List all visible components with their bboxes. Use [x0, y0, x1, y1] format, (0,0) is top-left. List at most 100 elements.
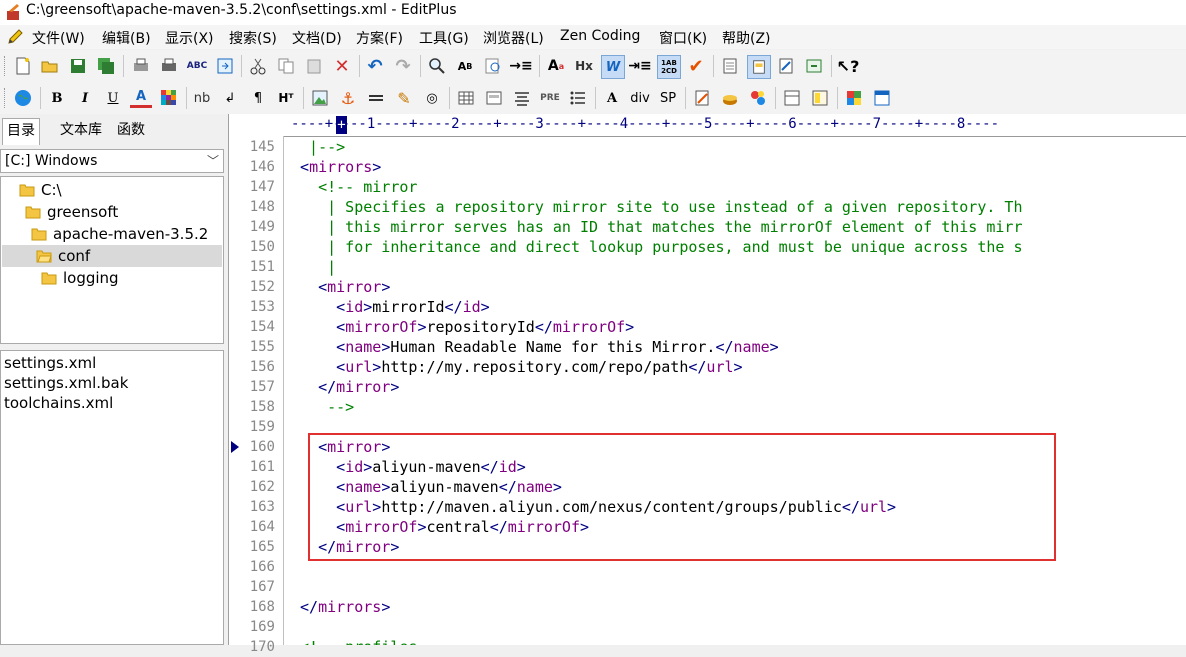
indent-icon[interactable]: ⇥≡ [628, 55, 651, 77]
help-pointer-icon[interactable]: ↖? [837, 55, 860, 77]
tree-item-c-drive[interactable]: C:\ [19, 179, 62, 201]
clipboard-icon[interactable] [775, 55, 797, 77]
replace-icon[interactable]: AB [454, 55, 476, 77]
print-preview-icon[interactable] [130, 55, 152, 77]
script-icon[interactable] [691, 87, 713, 109]
frame-icon[interactable] [781, 87, 803, 109]
line-number-icon[interactable]: 1AB 2CD [657, 55, 681, 79]
open-folder-icon[interactable] [39, 55, 61, 77]
drive-select[interactable]: [C:] Windows ﹀ [0, 149, 224, 173]
paragraph-icon[interactable]: ¶ [247, 87, 269, 109]
directory-tree: C:\ greensoft apache-maven-3.5.2 conf lo… [0, 176, 224, 344]
menu-search[interactable]: 搜索(S) [229, 28, 277, 48]
line-number: 159 [249, 419, 275, 435]
browser-preview-icon[interactable] [214, 55, 236, 77]
window-list-icon[interactable] [803, 55, 825, 77]
bullet-list-icon[interactable] [567, 87, 589, 109]
line-number: 156 [249, 359, 275, 375]
file-item-settings-xml[interactable]: settings.xml [4, 353, 96, 373]
line-number: 152 [249, 279, 275, 295]
file-list: settings.xml settings.xml.bak toolchains… [0, 350, 224, 645]
span-button[interactable]: SP [657, 87, 679, 109]
font-color-button[interactable]: A [130, 87, 152, 108]
chevron-down-icon[interactable]: ﹀ [207, 150, 219, 172]
anchor-icon[interactable]: ⚓ [337, 87, 359, 109]
menu-zen-coding[interactable]: Zen Coding [560, 28, 640, 44]
pre-button[interactable]: PRE [539, 87, 561, 109]
horizontal-rule-icon[interactable] [365, 87, 387, 109]
tab-directory[interactable]: 目录 [2, 118, 40, 145]
file-item-settings-xml-bak[interactable]: settings.xml.bak [4, 373, 128, 393]
toolbar-hx-icon[interactable]: Hx [573, 55, 595, 77]
check-icon[interactable]: ✔ [685, 55, 707, 77]
menu-view[interactable]: 显示(X) [165, 28, 214, 48]
tab-functions[interactable]: 函数 [113, 118, 149, 144]
color-grid-icon[interactable] [843, 87, 865, 109]
list-align-icon[interactable] [511, 87, 533, 109]
cut-icon[interactable] [247, 55, 269, 77]
tree-item-conf[interactable]: conf [2, 245, 222, 267]
globe-icon[interactable] [12, 87, 34, 109]
pencil-icon [8, 29, 23, 44]
color-picker-icon[interactable] [158, 87, 180, 109]
paste-icon[interactable] [303, 55, 325, 77]
toolbar-grip[interactable] [4, 88, 8, 108]
plugin-icon[interactable] [747, 87, 769, 109]
title-bar: C:\greensoft\apache-maven-3.5.2\conf\set… [0, 0, 1186, 25]
form-icon[interactable] [483, 87, 505, 109]
document-icon[interactable] [719, 55, 741, 77]
heading-button[interactable]: Hᵀ [275, 87, 297, 109]
image-icon[interactable] [309, 87, 331, 109]
tab-cliptext[interactable]: 文本库 [56, 118, 106, 144]
tree-item-greensoft[interactable]: greensoft [25, 201, 118, 223]
tree-item-label: apache-maven-3.5.2 [53, 225, 209, 243]
edit-pen-icon[interactable]: ✎ [393, 87, 415, 109]
save-all-icon[interactable] [95, 55, 117, 77]
menu-file[interactable]: 文件(W) [32, 28, 85, 48]
code-area[interactable]: |--> <mirrors> <!-- mirror | Specifies a… [291, 136, 1186, 645]
tree-item-label: logging [63, 269, 119, 287]
menu-tools[interactable]: 工具(G) [419, 28, 469, 48]
layer-icon[interactable] [809, 87, 831, 109]
spell-check-icon[interactable]: ABC [186, 55, 208, 77]
redo-icon[interactable]: ↷ [392, 55, 414, 77]
code-line: | this mirror serves has an ID that matc… [291, 218, 1023, 236]
goto-line-icon[interactable]: →≡ [509, 55, 532, 77]
file-item-toolchains-xml[interactable]: toolchains.xml [4, 393, 113, 413]
menu-project[interactable]: 方案(F) [356, 28, 403, 48]
undo-icon[interactable]: ↶ [364, 55, 386, 77]
menu-window[interactable]: 窗口(K) [659, 28, 707, 48]
output-window-icon[interactable] [747, 55, 771, 79]
copy-icon[interactable] [275, 55, 297, 77]
window-icon[interactable] [871, 87, 893, 109]
window-title: C:\greensoft\apache-maven-3.5.2\conf\set… [26, 2, 457, 18]
nbsp-button[interactable]: nb [191, 87, 213, 109]
menu-browser[interactable]: 浏览器(L) [483, 28, 544, 48]
toolbar-grip[interactable] [4, 56, 8, 76]
underline-button[interactable]: U [102, 87, 124, 109]
editor-pane[interactable]: ----+----1----+----2----+----3----+----4… [229, 114, 1186, 655]
find-in-files-icon[interactable] [482, 55, 504, 77]
italic-button[interactable]: I [74, 87, 96, 109]
tree-item-apache-maven[interactable]: apache-maven-3.5.2 [31, 223, 208, 245]
word-wrap-icon[interactable]: W [601, 55, 625, 79]
coffee-icon[interactable] [719, 87, 741, 109]
menu-document[interactable]: 文档(D) [292, 28, 342, 48]
font-size-icon[interactable]: Aa [545, 55, 567, 77]
menu-bar: 文件(W) 编辑(B) 显示(X) 搜索(S) 文档(D) 方案(F) 工具(G… [0, 25, 1186, 49]
bold-button[interactable]: B [46, 87, 68, 109]
special-char-icon[interactable]: ◎ [421, 87, 443, 109]
delete-icon[interactable]: ✕ [331, 55, 353, 77]
tree-item-logging[interactable]: logging [41, 267, 119, 289]
save-icon[interactable] [67, 55, 89, 77]
div-button[interactable]: div [629, 87, 651, 109]
font-face-icon[interactable]: A [601, 87, 623, 109]
print-icon[interactable] [158, 55, 180, 77]
line-break-icon[interactable]: ↲ [219, 87, 241, 109]
menu-edit[interactable]: 编辑(B) [102, 28, 151, 48]
table-icon[interactable] [455, 87, 477, 109]
new-file-icon[interactable] [12, 55, 34, 77]
menu-help[interactable]: 帮助(Z) [722, 28, 771, 48]
find-icon[interactable] [426, 55, 448, 77]
code-line: <url>http://maven.aliyun.com/nexus/conte… [336, 498, 897, 516]
